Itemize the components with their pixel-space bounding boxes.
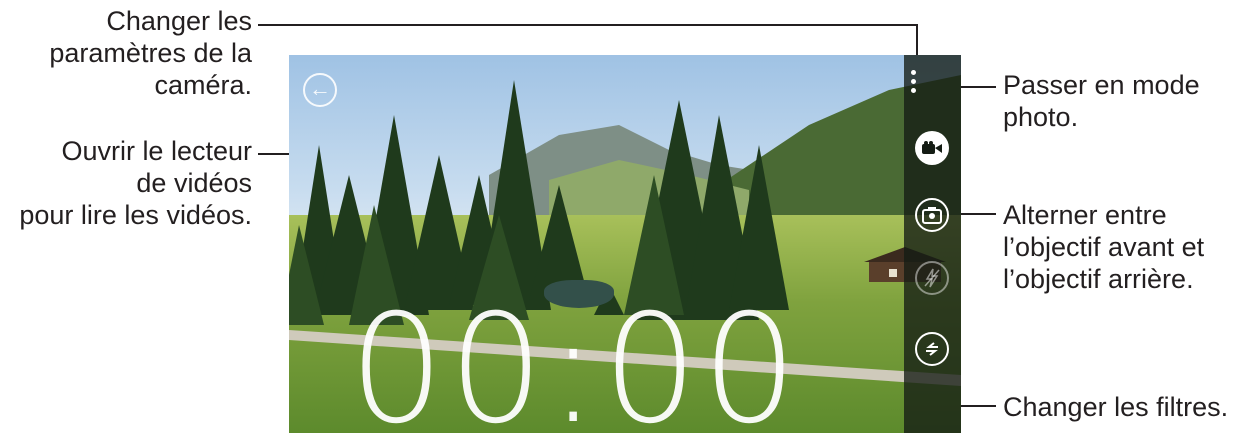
more-options-icon-dot: [911, 88, 916, 93]
filters-button[interactable]: [915, 332, 949, 366]
camera-viewfinder[interactable]: ← 00:00: [289, 55, 961, 433]
callout-filters: Changer les filtres.: [1003, 392, 1229, 422]
camera-toolbar: [904, 55, 961, 433]
more-options-button[interactable]: [911, 70, 917, 96]
photo-mode-button[interactable]: [915, 131, 949, 165]
callout-switch-lens: Alterner entre l’objectif avant et l’obj…: [1003, 200, 1205, 294]
callout-video-player: Ouvrir le lecteur de vidéos pour lire le…: [19, 136, 252, 230]
flash-off-icon: [924, 268, 940, 288]
more-options-icon: [911, 70, 916, 75]
switch-camera-button[interactable]: [915, 198, 949, 232]
leader-line-settings: [258, 24, 918, 26]
more-options-icon-dot: [911, 79, 916, 84]
callout-settings: Changer les paramètres de la caméra.: [49, 6, 252, 100]
back-button[interactable]: ←: [303, 73, 337, 107]
arrow-left-icon: ←: [309, 76, 331, 101]
switch-camera-icon: [922, 207, 942, 224]
video-camera-icon: [922, 141, 942, 154]
recording-timer: 00:00: [349, 283, 802, 433]
flash-button[interactable]: [915, 261, 949, 295]
filters-icon: [926, 342, 938, 356]
callout-photo-mode: Passer en mode photo.: [1003, 70, 1200, 132]
